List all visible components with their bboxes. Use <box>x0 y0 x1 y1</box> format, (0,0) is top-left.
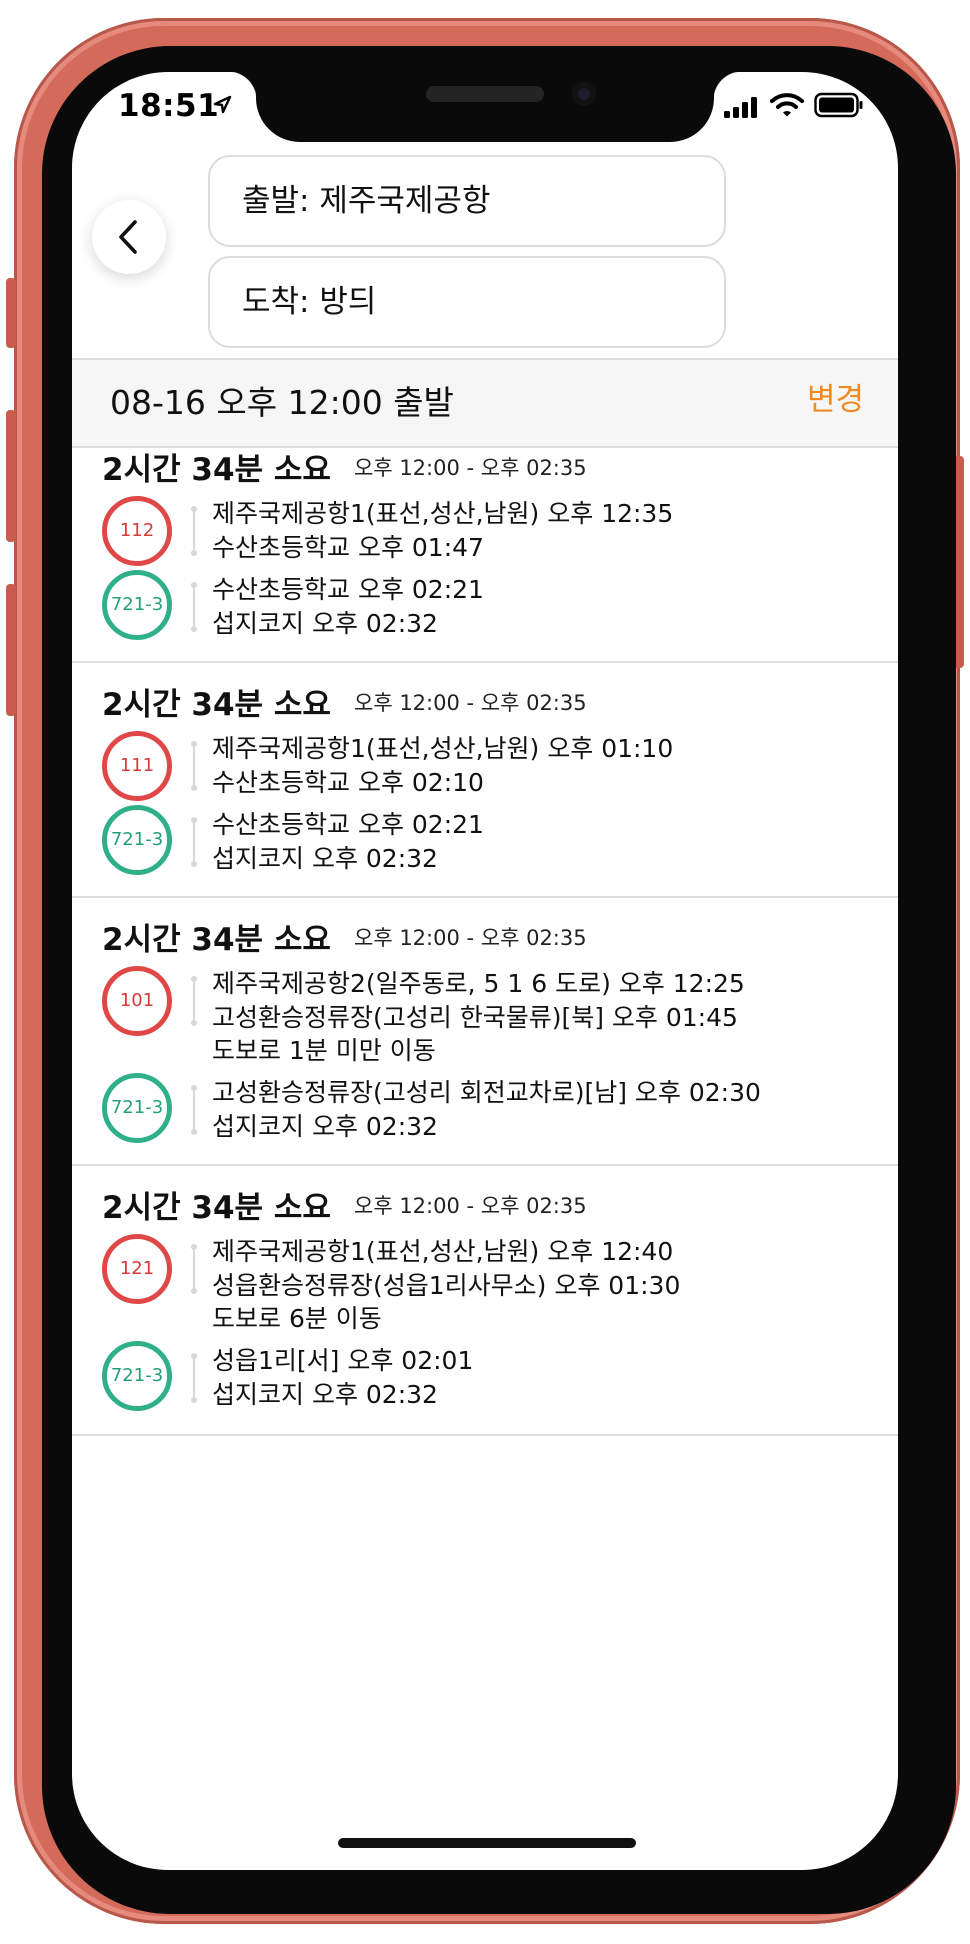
mute-switch <box>6 278 16 348</box>
battery-icon <box>814 92 863 118</box>
stop-dot <box>191 1020 197 1026</box>
route-time-range: 오후 12:00 - 오후 02:35 <box>354 690 587 715</box>
volume-up-button <box>6 410 16 542</box>
cellular-signal-icon <box>724 97 757 118</box>
bus-number-badge: 112 <box>102 496 172 566</box>
route-header: 2시간 34분 소요 오후 12:00 - 오후 02:35 <box>102 1182 587 1227</box>
route-header: 2시간 34분 소요 오후 12:00 - 오후 02:35 <box>102 679 587 724</box>
leg-connector <box>193 512 195 550</box>
leg-connector <box>193 1091 195 1129</box>
route-time-range: 오후 12:00 - 오후 02:35 <box>354 455 587 480</box>
leg-text-line: 성읍1리[서] 오후 02:01 <box>212 1346 474 1375</box>
stop-dot <box>191 550 197 556</box>
route-header: 2시간 34분 소요 오후 12:00 - 오후 02:35 <box>102 914 587 959</box>
stop-dot <box>191 1397 197 1403</box>
home-indicator[interactable] <box>338 1838 636 1848</box>
route-duration: 2시간 34분 소요 <box>102 452 331 488</box>
stop-dot <box>191 785 197 791</box>
bus-number-badge: 721-3 <box>102 805 172 875</box>
leg-text-line: 수산초등학교 오후 01:47 <box>212 533 484 562</box>
leg-text-line: 수산초등학교 오후 02:10 <box>212 768 484 797</box>
stop-dot <box>191 1288 197 1294</box>
notch <box>228 72 742 142</box>
route-time-range: 오후 12:00 - 오후 02:35 <box>354 925 587 950</box>
leg-connector <box>193 1359 195 1397</box>
bus-number-badge: 111 <box>102 731 172 801</box>
leg-connector <box>193 982 195 1020</box>
route-card[interactable]: 2시간 34분 소요 오후 12:00 - 오후 02:35 112 제주국제공… <box>72 428 898 663</box>
front-camera <box>572 82 596 106</box>
leg-text-line: 제주국제공항2(일주동로, 5 1 6 도로) 오후 12:25 <box>212 969 745 998</box>
leg-text-line: 섭지코지 오후 02:32 <box>212 1112 438 1141</box>
route-card[interactable]: 2시간 34분 소요 오후 12:00 - 오후 02:35 101 제주국제공… <box>72 898 898 1166</box>
bus-number-badge: 721-3 <box>102 1073 172 1143</box>
route-header: 2시간 34분 소요 오후 12:00 - 오후 02:35 <box>102 444 587 489</box>
wifi-icon <box>770 93 804 117</box>
status-time: 18:51 <box>118 88 220 124</box>
leg-text-line: 고성환승정류장(고성리 회전교차로)[남] 오후 02:30 <box>212 1078 761 1107</box>
arrival-field[interactable]: 도착: 방듸 <box>208 256 726 348</box>
app-screen: 18:51 출발: 제주국제공항 도착: 방듸 08-16 오후 12:00 출… <box>72 72 898 1870</box>
speaker <box>426 86 544 102</box>
route-duration: 2시간 34분 소요 <box>102 1190 331 1226</box>
leg-text-line: 섭지코지 오후 02:32 <box>212 609 438 638</box>
walk-instruction: 도보로 1분 미만 이동 <box>212 1036 436 1065</box>
leg-text-line: 수산초등학교 오후 02:21 <box>212 575 484 604</box>
leg-connector <box>193 747 195 785</box>
stop-dot <box>191 1129 197 1135</box>
leg-text-line: 수산초등학교 오후 02:21 <box>212 810 484 839</box>
departure-field[interactable]: 출발: 제주국제공항 <box>208 155 726 247</box>
route-duration: 2시간 34분 소요 <box>102 687 331 723</box>
bus-number-badge: 101 <box>102 966 172 1036</box>
route-time-range: 오후 12:00 - 오후 02:35 <box>354 1193 587 1218</box>
route-duration: 2시간 34분 소요 <box>102 922 331 958</box>
leg-text-line: 섭지코지 오후 02:32 <box>212 1380 438 1409</box>
route-card[interactable]: 2시간 34분 소요 오후 12:00 - 오후 02:35 111 제주국제공… <box>72 663 898 898</box>
bus-number-badge: 721-3 <box>102 570 172 640</box>
bus-number-badge: 721-3 <box>102 1341 172 1411</box>
leg-connector <box>193 588 195 626</box>
leg-text-line: 제주국제공항1(표선,성산,남원) 오후 12:40 <box>212 1237 674 1266</box>
back-button[interactable] <box>92 200 166 274</box>
leg-text-line: 섭지코지 오후 02:32 <box>212 844 438 873</box>
leg-text-line: 제주국제공항1(표선,성산,남원) 오후 01:10 <box>212 734 674 763</box>
stop-dot <box>191 861 197 867</box>
leg-text-line: 제주국제공항1(표선,성산,남원) 오후 12:35 <box>212 499 674 528</box>
leg-connector <box>193 1250 195 1288</box>
leg-text-line: 성읍환승정류장(성읍1리사무소) 오후 01:30 <box>212 1271 681 1300</box>
leg-text-line: 고성환승정류장(고성리 한국물류)[북] 오후 01:45 <box>212 1003 738 1032</box>
walk-instruction: 도보로 6분 이동 <box>212 1304 382 1333</box>
route-card[interactable]: 2시간 34분 소요 오후 12:00 - 오후 02:35 121 제주국제공… <box>72 1166 898 1436</box>
chevron-left-icon <box>119 220 137 254</box>
volume-down-button <box>6 584 16 716</box>
stop-dot <box>191 626 197 632</box>
leg-connector <box>193 823 195 861</box>
bus-number-badge: 121 <box>102 1234 172 1304</box>
